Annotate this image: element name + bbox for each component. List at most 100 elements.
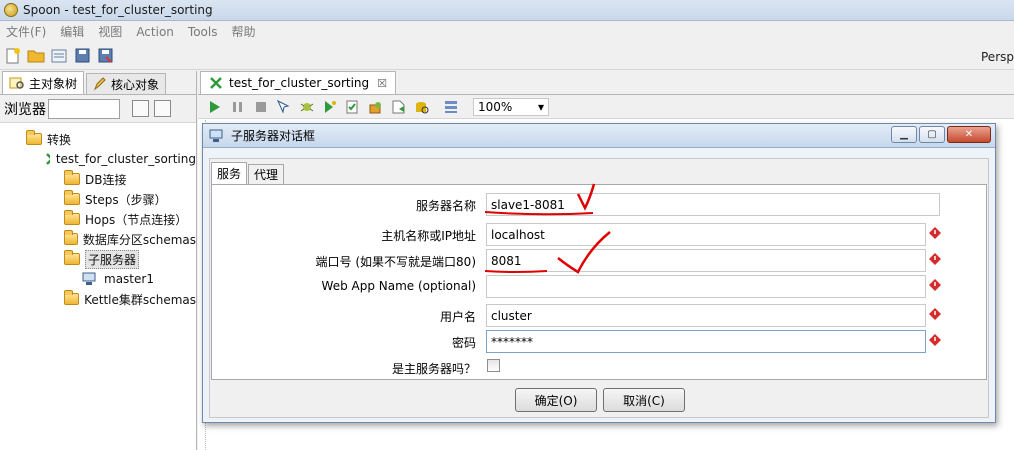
- verify-icon[interactable]: [344, 98, 362, 116]
- tab-main-object-tree-label: 主对象树: [29, 76, 78, 91]
- tree-item-label: 数据库分区schemas: [82, 232, 196, 247]
- align-icon[interactable]: [442, 98, 460, 116]
- webapp-label: Web App Name (optional): [321, 279, 476, 293]
- maximize-icon[interactable]: ▢: [919, 126, 945, 143]
- password-input[interactable]: [486, 330, 926, 353]
- is-master-checkbox[interactable]: [487, 359, 500, 372]
- tab-transformation[interactable]: test_for_cluster_sorting ☒: [200, 71, 397, 94]
- browser-row: 浏览器: [0, 95, 196, 123]
- tree-item[interactable]: Hops（节点连接）: [0, 209, 196, 229]
- new-file-icon[interactable]: [4, 47, 22, 65]
- replay-icon[interactable]: [321, 98, 339, 116]
- tree-item[interactable]: DB连接: [0, 169, 196, 189]
- open-folder-icon[interactable]: [27, 47, 45, 65]
- tree-item-label: master1: [104, 272, 154, 286]
- server-icon: [209, 129, 223, 142]
- username-label: 用户名: [439, 310, 476, 324]
- webapp-input[interactable]: [486, 275, 926, 298]
- variable-icon[interactable]: [929, 308, 941, 320]
- tree-view-icon: [9, 77, 24, 89]
- debug-icon[interactable]: [298, 98, 316, 116]
- is-master-row: 是主服务器吗？: [212, 356, 988, 380]
- chevron-down-icon: ▾: [537, 99, 544, 114]
- tree-item[interactable]: master1: [0, 269, 196, 289]
- server-name-row: 服务器名称: [212, 193, 988, 217]
- menu-edit[interactable]: 编辑: [60, 23, 84, 40]
- zoom-value: 100%: [478, 99, 513, 114]
- explore-repository-icon[interactable]: [50, 47, 68, 65]
- port-row: 端口号 (如果不写就是端口80): [212, 249, 988, 273]
- password-label: 密码: [451, 336, 476, 350]
- cancel-button[interactable]: 取消(C): [603, 388, 685, 412]
- sql-icon[interactable]: [390, 98, 408, 116]
- save-icon[interactable]: [73, 47, 91, 65]
- main-toolbar: [0, 42, 1014, 70]
- perspective-label[interactable]: Persp: [981, 50, 1014, 64]
- password-row: 密码: [212, 330, 988, 354]
- editor-tabs: test_for_cluster_sorting ☒: [198, 71, 1014, 95]
- variable-icon[interactable]: [929, 334, 941, 346]
- folder-icon: [26, 130, 42, 145]
- is-master-label: 是主服务器吗？: [391, 362, 476, 376]
- hostname-input[interactable]: [486, 223, 926, 246]
- tab-core-objects-label: 核心对象: [111, 77, 160, 92]
- tab-transformation-label: test_for_cluster_sorting: [229, 76, 370, 90]
- dialog-title: 子服务器对话框: [231, 129, 316, 143]
- server-name-input[interactable]: [486, 193, 940, 216]
- object-tree: 转换 test_for_cluster_sorting DB连接 Steps（步骤） H…: [0, 129, 196, 309]
- tree-item[interactable]: 数据库分区schemas: [0, 229, 196, 249]
- menu-bar: 文件(F) 编辑 视图 Action Tools 帮助: [0, 21, 1014, 42]
- variable-icon[interactable]: [929, 279, 941, 291]
- pause-icon[interactable]: [229, 98, 247, 116]
- stop-icon[interactable]: [252, 98, 270, 116]
- tree-item-label: test_for_cluster_sorting: [55, 152, 196, 166]
- menu-file[interactable]: 文件(F): [6, 23, 46, 40]
- left-panel: 主对象树 核心对象 浏览器 转换 test_for_cluster_sorting…: [0, 71, 197, 450]
- window-controls: ▁ ▢ ✕: [889, 126, 991, 143]
- server-form: 服务器名称 主机名称或IP地址 端口号 (如果不写就是端口80) Web App…: [211, 184, 987, 380]
- tree-item[interactable]: Steps（步骤）: [0, 189, 196, 209]
- tab-service[interactable]: 服务: [211, 162, 248, 184]
- username-input[interactable]: [486, 304, 926, 327]
- ok-button[interactable]: 确定(O): [515, 388, 597, 412]
- variable-icon[interactable]: [929, 253, 941, 265]
- preview-icon[interactable]: [275, 98, 293, 116]
- username-row: 用户名: [212, 304, 988, 328]
- collapse-all-icon[interactable]: [154, 100, 171, 117]
- browser-search-input[interactable]: [48, 98, 120, 119]
- tab-proxy[interactable]: 代理: [248, 164, 285, 184]
- folder-icon: [64, 250, 80, 265]
- tree-item[interactable]: 转换: [0, 129, 196, 149]
- dialog-titlebar: 子服务器对话框 ▁ ▢ ✕: [203, 124, 995, 148]
- zoom-select[interactable]: 100% ▾: [473, 97, 549, 116]
- close-tab-icon[interactable]: ☒: [377, 77, 387, 90]
- menu-tools[interactable]: Tools: [188, 25, 218, 39]
- app-titlebar: Spoon - test_for_cluster_sorting: [0, 0, 1014, 21]
- tab-main-object-tree[interactable]: 主对象树: [2, 71, 85, 94]
- port-input[interactable]: [486, 249, 926, 272]
- folder-icon: [64, 210, 80, 225]
- tab-core-objects[interactable]: 核心对象: [86, 73, 167, 94]
- explore-db-icon[interactable]: [413, 98, 431, 116]
- hostname-label: 主机名称或IP地址: [381, 229, 476, 243]
- menu-view[interactable]: 视图: [98, 23, 122, 40]
- close-icon[interactable]: ✕: [947, 126, 991, 143]
- impact-icon[interactable]: [367, 98, 385, 116]
- minimize-icon[interactable]: ▁: [891, 126, 917, 143]
- tree-item[interactable]: 子服务器: [0, 249, 196, 269]
- hostname-row: 主机名称或IP地址: [212, 223, 988, 247]
- save-as-icon[interactable]: [96, 47, 114, 65]
- tree-item[interactable]: test_for_cluster_sorting: [0, 149, 196, 169]
- run-icon[interactable]: [206, 98, 224, 116]
- tree-item-label: Kettle集群schemas: [84, 292, 196, 307]
- folder-icon: [63, 290, 80, 305]
- menu-action[interactable]: Action: [136, 25, 174, 39]
- expand-all-icon[interactable]: [132, 100, 149, 117]
- spoon-logo-icon: [4, 3, 18, 17]
- server-icon: [82, 272, 96, 285]
- variable-icon[interactable]: [929, 227, 941, 239]
- tree-item[interactable]: Kettle集群schemas: [0, 289, 196, 309]
- editor-toolbar: 100% ▾: [198, 95, 1014, 119]
- webapp-row: Web App Name (optional): [212, 275, 988, 299]
- menu-help[interactable]: 帮助: [231, 23, 255, 40]
